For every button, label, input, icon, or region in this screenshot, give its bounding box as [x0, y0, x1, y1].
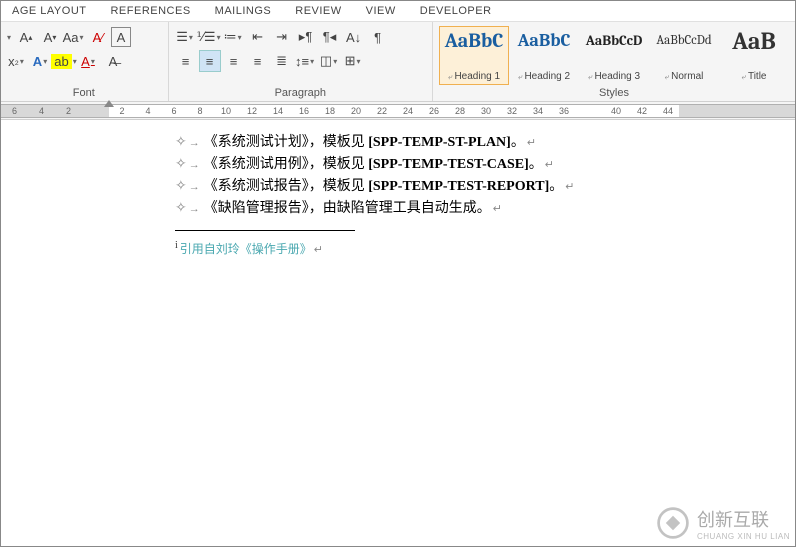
shrink-font-button[interactable]: A▾ [39, 26, 61, 48]
change-case-button[interactable]: Aa▾ [63, 26, 85, 48]
tab-view[interactable]: VIEW [354, 1, 408, 21]
horizontal-ruler[interactable]: 6422468101214161820222426283032343640424… [0, 102, 796, 120]
group-label-font: Font [6, 85, 162, 99]
document-area[interactable]: ✧→《系统测试计划》，模板见 [SPP-TEMP-ST-PLAN]。↵✧→《系统… [0, 120, 796, 547]
character-shading-button[interactable]: A̶ [102, 50, 124, 72]
tab-review[interactable]: REVIEW [283, 1, 353, 21]
clear-formatting-button[interactable]: A⁄ [87, 26, 109, 48]
increase-indent-button[interactable]: ⇥ [271, 26, 293, 48]
style-heading2[interactable]: AaBbC ⤶Heading 2 [509, 26, 579, 85]
font-color-button[interactable]: A▾ [78, 50, 100, 72]
tab-page-layout[interactable]: AGE LAYOUT [0, 1, 98, 21]
group-font: ▾ A▴ A▾ Aa▾ A⁄ A x₂▾ A▾ ab▾ A▾ A̶ Font [0, 22, 169, 101]
decrease-indent-button[interactable]: ⇤ [247, 26, 269, 48]
style-title[interactable]: AaB ⤶Title [719, 26, 789, 85]
line-spacing-button[interactable]: ↕≡▾ [295, 50, 317, 72]
watermark-logo: 创新互联 CHUANG XIN HU LIAN [655, 505, 790, 541]
distributed-button[interactable]: ≣ [271, 50, 293, 72]
align-left-button[interactable]: ≡ [175, 50, 197, 72]
multilevel-button[interactable]: ≔▾ [223, 26, 245, 48]
font-dd-icon[interactable]: ▾ [5, 33, 13, 42]
doc-line[interactable]: ✧→《系统测试计划》，模板见 [SPP-TEMP-ST-PLAN]。↵ [175, 132, 796, 154]
align-center-button[interactable]: ≡ [199, 50, 221, 72]
doc-line[interactable]: ✧→《系统测试用例》，模板见 [SPP-TEMP-TEST-CASE]。↵ [175, 154, 796, 176]
grow-font-button[interactable]: A▴ [15, 26, 37, 48]
doc-line[interactable]: ✧→《缺陷管理报告》，由缺陷管理工具自动生成。↵ [175, 198, 796, 220]
bullets-button[interactable]: ☰▾ [175, 26, 197, 48]
styles-gallery[interactable]: AaBbC ⤶Heading 1 AaBbC ⤶Heading 2 AaBbCc… [439, 26, 789, 85]
tab-references[interactable]: REFERENCES [98, 1, 202, 21]
text-effects-button[interactable]: A▾ [30, 50, 52, 72]
shading-button[interactable]: ◫▾ [319, 50, 341, 72]
ribbon-tabs: AGE LAYOUT REFERENCES MAILINGS REVIEW VI… [0, 0, 796, 22]
tab-mailings[interactable]: MAILINGS [203, 1, 284, 21]
show-marks-button[interactable]: ¶ [367, 26, 389, 48]
group-styles: AaBbC ⤶Heading 1 AaBbC ⤶Heading 2 AaBbCc… [433, 22, 796, 101]
subscript-button[interactable]: x₂▾ [6, 50, 28, 72]
footnote-separator [175, 230, 355, 231]
doc-line[interactable]: ✧→《系统测试报告》，模板见 [SPP-TEMP-TEST-REPORT]。↵ [175, 176, 796, 198]
highlight-button[interactable]: ab▾ [54, 50, 76, 72]
sort-button[interactable]: A↓ [343, 26, 365, 48]
ribbon: ▾ A▴ A▾ Aa▾ A⁄ A x₂▾ A▾ ab▾ A▾ A̶ Font ☰… [0, 22, 796, 102]
rtl-button[interactable]: ¶◂ [319, 26, 341, 48]
align-right-button[interactable]: ≡ [223, 50, 245, 72]
group-paragraph: ☰▾ ⅟☰▾ ≔▾ ⇤ ⇥ ▸¶ ¶◂ A↓ ¶ ≡ ≡ ≡ ≡ ≣ ↕≡▾ ◫… [169, 22, 433, 101]
style-normal[interactable]: AaBbCcDd ⤶Normal [649, 26, 719, 85]
style-heading1[interactable]: AaBbC ⤶Heading 1 [439, 26, 509, 85]
style-heading3[interactable]: AaBbCcD ⤶Heading 3 [579, 26, 649, 85]
group-label-styles: Styles [439, 85, 789, 99]
justify-button[interactable]: ≡ [247, 50, 269, 72]
numbering-button[interactable]: ⅟☰▾ [199, 26, 221, 48]
first-line-indent-marker[interactable] [104, 100, 114, 107]
group-label-paragraph: Paragraph [175, 85, 426, 99]
ltr-button[interactable]: ▸¶ [295, 26, 317, 48]
character-border-button[interactable]: A [111, 27, 131, 47]
footnote[interactable]: i引用自刘玲《操作手册》↵ [175, 235, 796, 261]
tab-developer[interactable]: DEVELOPER [408, 1, 504, 21]
borders-button[interactable]: ⊞▾ [343, 50, 365, 72]
